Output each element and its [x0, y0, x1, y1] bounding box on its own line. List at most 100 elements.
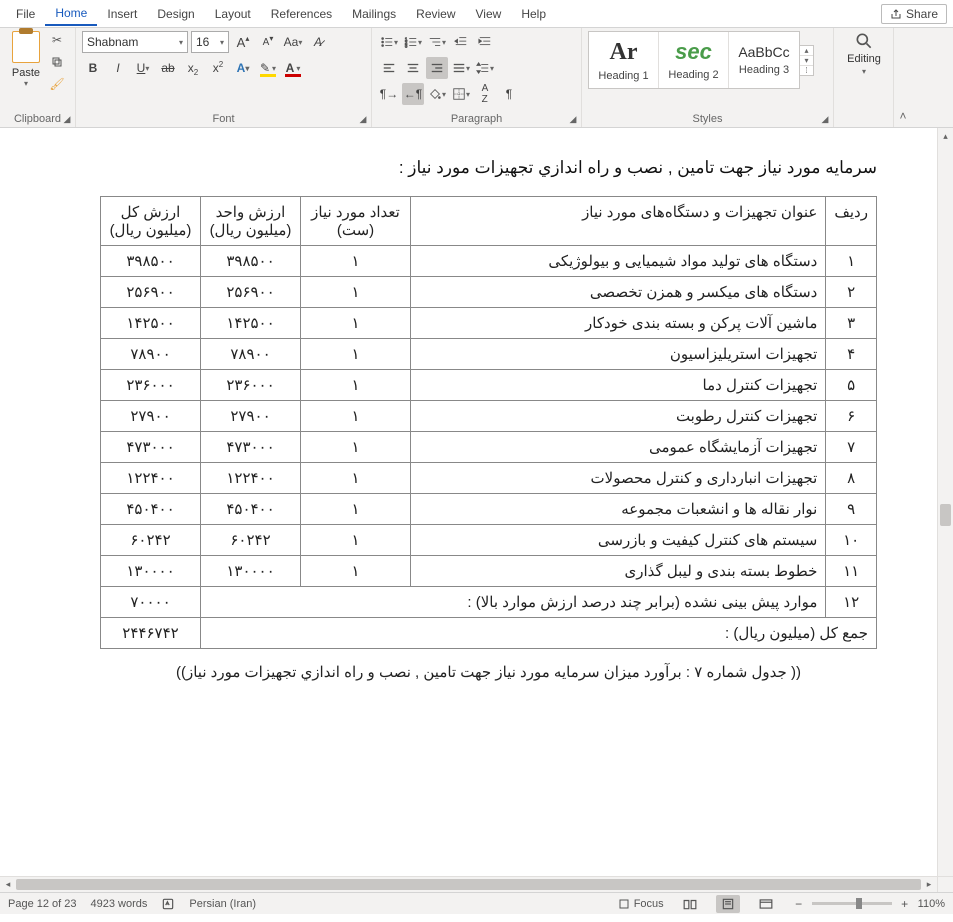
line-spacing-button[interactable]: ▾ — [474, 57, 496, 79]
clear-formatting-button[interactable]: A̷ — [307, 31, 329, 53]
editing-button[interactable]: Editing ▾ — [840, 31, 888, 76]
web-layout-button[interactable] — [754, 895, 778, 913]
tab-references[interactable]: References — [261, 3, 342, 25]
tab-home[interactable]: Home — [45, 2, 97, 26]
zoom-thumb[interactable] — [856, 898, 862, 909]
change-case-button[interactable]: Aa▾ — [282, 31, 304, 53]
cell-rownum: ۲ — [826, 277, 877, 308]
tab-layout[interactable]: Layout — [205, 3, 261, 25]
rtl-button[interactable]: ←¶ — [402, 83, 424, 105]
style-heading2[interactable]: sec Heading 2 — [659, 32, 729, 88]
text-effects-button[interactable]: A▾ — [232, 57, 254, 79]
zoom-slider[interactable] — [812, 902, 892, 905]
shrink-font-button[interactable]: A▾ — [257, 31, 279, 53]
page-canvas[interactable]: سرمایه مورد نیاز جهت تامین , نصب و راه ا… — [0, 128, 937, 876]
tab-file[interactable]: File — [6, 3, 45, 25]
col-unit: ارزش واحد (میلیون ریال) — [201, 197, 301, 246]
strikethrough-button[interactable]: ab — [157, 57, 179, 79]
font-size-combo[interactable]: 16▾ — [191, 31, 229, 53]
show-marks-button[interactable]: ¶ — [498, 83, 520, 105]
cell-name: نوار نقاله ها و انشعبات مجموعه — [411, 494, 826, 525]
highlight-button[interactable]: ✎▾ — [257, 57, 279, 79]
tab-help[interactable]: Help — [511, 3, 556, 25]
numbering-button[interactable]: 123▾ — [402, 31, 424, 53]
font-color-button[interactable]: A▾ — [282, 57, 304, 79]
cell-total: ۱۳۰۰۰۰ — [101, 556, 201, 587]
decrease-indent-button[interactable] — [450, 31, 472, 53]
language-indicator[interactable]: Persian (Iran) — [189, 898, 256, 910]
tab-review[interactable]: Review — [406, 3, 465, 25]
format-painter-button[interactable]: 🖌 — [48, 75, 66, 93]
clipboard-launcher[interactable]: ◢ — [61, 113, 73, 125]
bullets-button[interactable]: ▾ — [378, 31, 400, 53]
scroll-right-button[interactable]: ▸ — [921, 877, 937, 892]
styles-launcher[interactable]: ◢ — [819, 113, 831, 125]
collapse-ribbon-button[interactable]: ˄ — [894, 28, 912, 127]
bold-button[interactable]: B — [82, 57, 104, 79]
read-mode-button[interactable] — [678, 895, 702, 913]
tab-insert[interactable]: Insert — [97, 3, 147, 25]
cell-qty: ۱ — [301, 432, 411, 463]
borders-button[interactable]: ▾ — [450, 83, 472, 105]
table-row: ۲دستگاه های میکسر و همزن تخصصی۱۲۵۶۹۰۰۲۵۶… — [101, 277, 877, 308]
align-left-button[interactable] — [378, 57, 400, 79]
group-paragraph: ▾ 123▾ ▾ ▾ ▾ ¶→ ←¶ ▾ ▾ AZ ¶ Par — [372, 28, 582, 127]
tab-view[interactable]: View — [466, 3, 512, 25]
styles-more-button[interactable]: ⁞ — [800, 66, 813, 75]
styles-down-button[interactable]: ▾ — [800, 56, 813, 66]
underline-button[interactable]: U▾ — [132, 57, 154, 79]
increase-indent-button[interactable] — [474, 31, 496, 53]
table-row: ۱۰سیستم های کنترل کیفیت و بازرسی۱۶۰۲۴۲۶۰… — [101, 525, 877, 556]
justify-button[interactable]: ▾ — [450, 57, 472, 79]
scroll-left-button[interactable]: ◂ — [0, 877, 16, 892]
tab-design[interactable]: Design — [147, 3, 204, 25]
sort-button[interactable]: AZ — [474, 83, 496, 105]
align-center-icon — [406, 61, 420, 75]
spelling-icon[interactable] — [161, 897, 175, 911]
cell-unit: ۷۸۹۰۰ — [201, 339, 301, 370]
group-editing: Editing ▾ — [834, 28, 894, 127]
font-name-combo[interactable]: Shabnam▾ — [82, 31, 188, 53]
zoom-value[interactable]: 110% — [918, 898, 945, 910]
group-label-styles: Styles — [588, 111, 827, 127]
paste-icon — [12, 31, 40, 63]
align-right-icon — [430, 61, 444, 75]
ltr-button[interactable]: ¶→ — [378, 83, 400, 105]
word-count[interactable]: 4923 words — [91, 898, 148, 910]
cell-rownum: ۶ — [826, 401, 877, 432]
scroll-thumb[interactable] — [940, 504, 951, 526]
zoom-out-button[interactable]: − — [792, 897, 806, 911]
cell-qty: ۱ — [301, 463, 411, 494]
grow-font-button[interactable]: A▴ — [232, 31, 254, 53]
paste-button[interactable]: Paste ▾ — [6, 31, 46, 88]
styles-up-button[interactable]: ▴ — [800, 46, 813, 56]
caret-up-icon: ▴ — [245, 34, 249, 43]
style-heading3[interactable]: AaBbCc Heading 3 — [729, 32, 799, 88]
multilevel-icon — [428, 35, 442, 49]
subscript-button[interactable]: x2 — [182, 57, 204, 79]
share-button[interactable]: Share — [881, 4, 947, 24]
style-preview: Ar — [610, 39, 638, 66]
tab-mailings[interactable]: Mailings — [342, 3, 406, 25]
align-right-button[interactable] — [426, 57, 448, 79]
scroll-track[interactable] — [938, 144, 953, 876]
superscript-button[interactable]: x2 — [207, 57, 229, 79]
cell-qty: ۱ — [301, 401, 411, 432]
multilevel-list-button[interactable]: ▾ — [426, 31, 448, 53]
h-scroll-thumb[interactable] — [16, 879, 921, 890]
print-layout-button[interactable] — [716, 895, 740, 913]
copy-button[interactable] — [48, 53, 66, 71]
cell-total: ۷۸۹۰۰ — [101, 339, 201, 370]
scroll-up-button[interactable]: ▴ — [938, 128, 953, 144]
paragraph-launcher[interactable]: ◢ — [567, 113, 579, 125]
zoom-in-button[interactable]: + — [898, 897, 912, 911]
align-center-button[interactable] — [402, 57, 424, 79]
focus-mode-button[interactable]: Focus — [618, 898, 664, 910]
font-launcher[interactable]: ◢ — [357, 113, 369, 125]
shading-button[interactable]: ▾ — [426, 83, 448, 105]
italic-button[interactable]: I — [107, 57, 129, 79]
page-indicator[interactable]: Page 12 of 23 — [8, 898, 77, 910]
cut-button[interactable]: ✂ — [48, 31, 66, 49]
style-heading1[interactable]: Ar Heading 1 — [589, 32, 659, 88]
h-scroll-track[interactable] — [16, 877, 921, 892]
